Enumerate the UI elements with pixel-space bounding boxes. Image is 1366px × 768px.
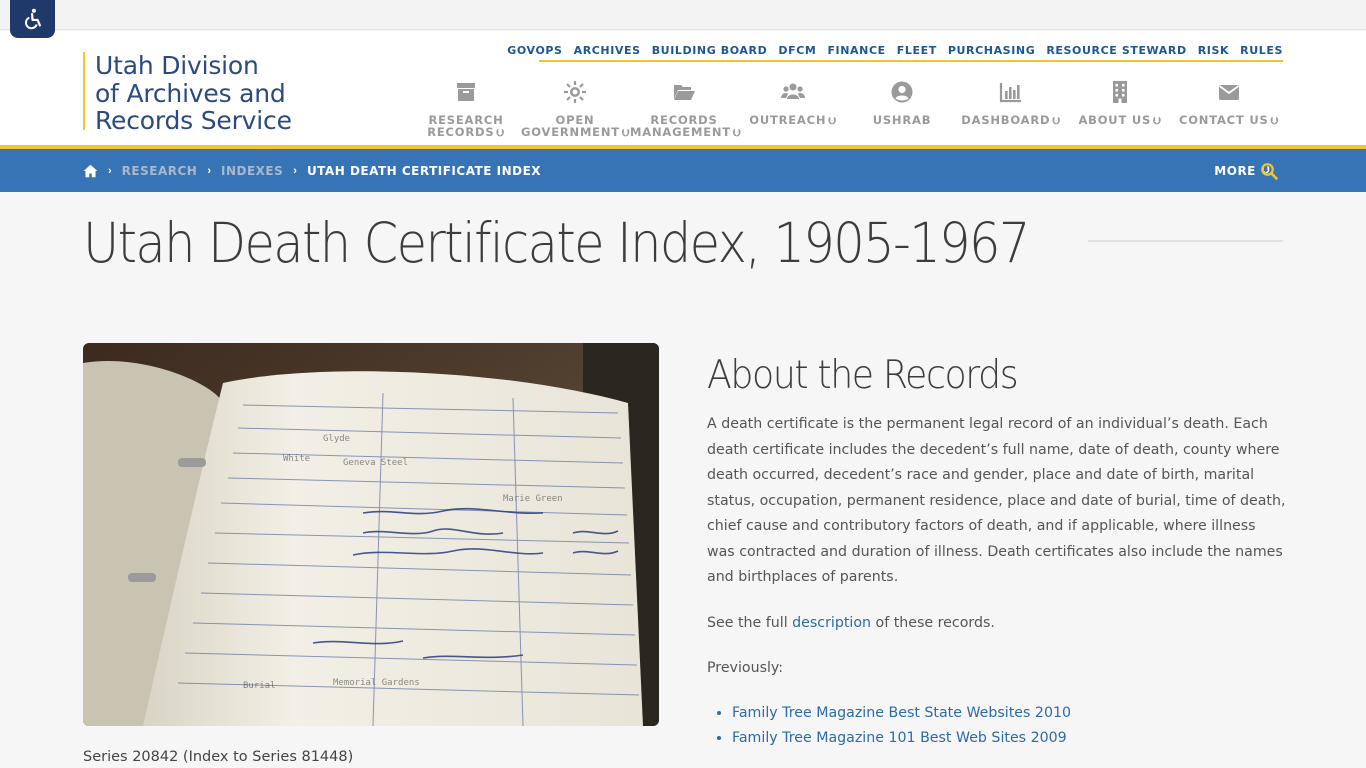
about-heading: About the Records [707,353,1019,398]
nav-label: ABOUT US [1078,113,1152,127]
envelope-icon [1218,85,1240,100]
archive-box-icon [457,83,475,101]
utility-link-archives[interactable]: ARCHIVES [574,44,641,57]
svg-text:Marie Green: Marie Green [503,494,563,504]
nav-research-records[interactable]: RESEARCH RECORDS ⮋ [412,80,520,140]
nav-label: GOVERNMENT [521,125,620,139]
wheelchair-icon [24,8,41,30]
breadcrumb-current: UTAH DEATH CERTIFICATE INDEX [306,163,542,178]
breadcrumb-bar: › RESEARCH › INDEXES › UTAH DEATH CERTIF… [0,149,1366,192]
breadcrumb-research[interactable]: RESEARCH [122,164,198,178]
nav-label: USHRAB [872,113,932,127]
utility-link-dfcm[interactable]: DFCM [778,44,816,57]
list-item: Family Tree Magazine Best State Websites… [732,701,1071,726]
utility-link-fleet[interactable]: FLEET [897,44,937,57]
nav-label: MANAGEMENT [630,125,731,139]
award-link-best-state-websites[interactable]: Family Tree Magazine Best State Websites… [732,705,1071,721]
sun-icon [564,81,586,103]
home-icon[interactable] [83,164,98,178]
nav-about-us[interactable]: ABOUT US ⮋ [1066,80,1174,128]
utility-divider [539,60,1283,62]
accessibility-button[interactable] [10,0,55,38]
chevron-down-icon: ⮋ [1052,116,1061,127]
utility-nav: GOVOPS ARCHIVES BUILDING BOARD DFCM FINA… [507,38,1283,62]
list-item: Family Tree Magazine 101 Best Web Sites … [732,726,1071,751]
users-icon [781,83,805,99]
logo-line-1: Utah Division [95,51,259,80]
awards-list: Family Tree Magazine Best State Websites… [732,701,1071,751]
nav-label: RECORDS [427,125,495,139]
award-link-101-best-web-sites[interactable]: Family Tree Magazine 101 Best Web Sites … [732,730,1067,746]
see-prefix: See the full [707,615,793,631]
nav-ushrab[interactable]: USHRAB [848,80,956,126]
logo-line-3: Records Service [95,106,292,135]
nav-records-management[interactable]: RECORDS MANAGEMENT ⮋ [630,80,742,140]
user-circle-icon [891,81,913,103]
utility-link-rules[interactable]: RULES [1240,44,1283,57]
folder-open-icon [674,85,695,100]
utility-link-govops[interactable]: GOVOPS [507,44,562,57]
breadcrumb-separator-icon: › [108,164,112,177]
nav-outreach[interactable]: OUTREACH ⮋ [739,80,847,128]
utility-link-finance[interactable]: FINANCE [827,44,885,57]
utility-link-building-board[interactable]: BUILDING BOARD [652,44,768,57]
utility-link-purchasing[interactable]: PURCHASING [948,44,1036,57]
building-icon [1113,81,1127,103]
breadcrumb-separator-icon: › [207,164,211,177]
top-strip [0,0,1366,30]
see-suffix: of these records. [871,615,995,631]
death-certificate-photo: Glyde White Geneva Steel Marie Green Bur… [83,343,659,726]
nav-dashboard[interactable]: DASHBOARD ⮋ [957,80,1065,128]
logo-line-2: of Archives and [95,78,286,108]
svg-text:Burial: Burial [243,681,276,691]
description-link[interactable]: description [792,615,871,631]
nav-label: CONTACT US [1178,113,1269,127]
chevron-down-icon: ⮋ [1270,116,1279,127]
svg-text:Geneva Steel: Geneva Steel [343,458,408,468]
nav-open-government[interactable]: OPEN GOVERNMENT ⮋ [521,80,629,140]
see-description-paragraph: See the full description of these record… [707,611,1287,637]
svg-text:Glyde: Glyde [323,434,350,444]
breadcrumb-separator-icon: › [293,164,297,177]
previously-label: Previously: [707,660,784,676]
chevron-down-icon: ⮋ [496,128,505,139]
site-header: Utah Division of Archives and Records Se… [0,31,1366,145]
site-logo[interactable]: Utah Division of Archives and Records Se… [83,51,292,134]
nav-label: OUTREACH [749,113,827,127]
utility-link-risk[interactable]: RISK [1198,44,1229,57]
about-paragraph: A death certificate is the permanent leg… [707,416,1286,585]
breadcrumb-indexes[interactable]: INDEXES [221,164,283,178]
chevron-down-icon: ⮋ [732,128,742,139]
nav-label: DASHBOARD [961,113,1051,127]
chevron-down-icon: ⮋ [1153,116,1162,127]
title-divider [1088,240,1283,242]
more-label: MORE [1214,163,1256,178]
svg-text:Memorial Gardens: Memorial Gardens [333,678,420,688]
breadcrumb: › RESEARCH › INDEXES › UTAH DEATH CERTIF… [83,149,541,192]
page-title: Utah Death Certificate Index, 1905-1967 [83,211,1030,275]
photo-caption: Series 20842 (Index to Series 81448) [83,749,354,765]
svg-text:White: White [283,454,310,464]
chevron-down-icon: ⮋ [828,116,837,127]
utility-link-resource-steward[interactable]: RESOURCE STEWARD [1046,44,1186,57]
bar-chart-icon [999,83,1021,103]
search-icon[interactable] [1260,162,1278,180]
nav-contact-us[interactable]: CONTACT US ⮋ [1175,80,1283,128]
